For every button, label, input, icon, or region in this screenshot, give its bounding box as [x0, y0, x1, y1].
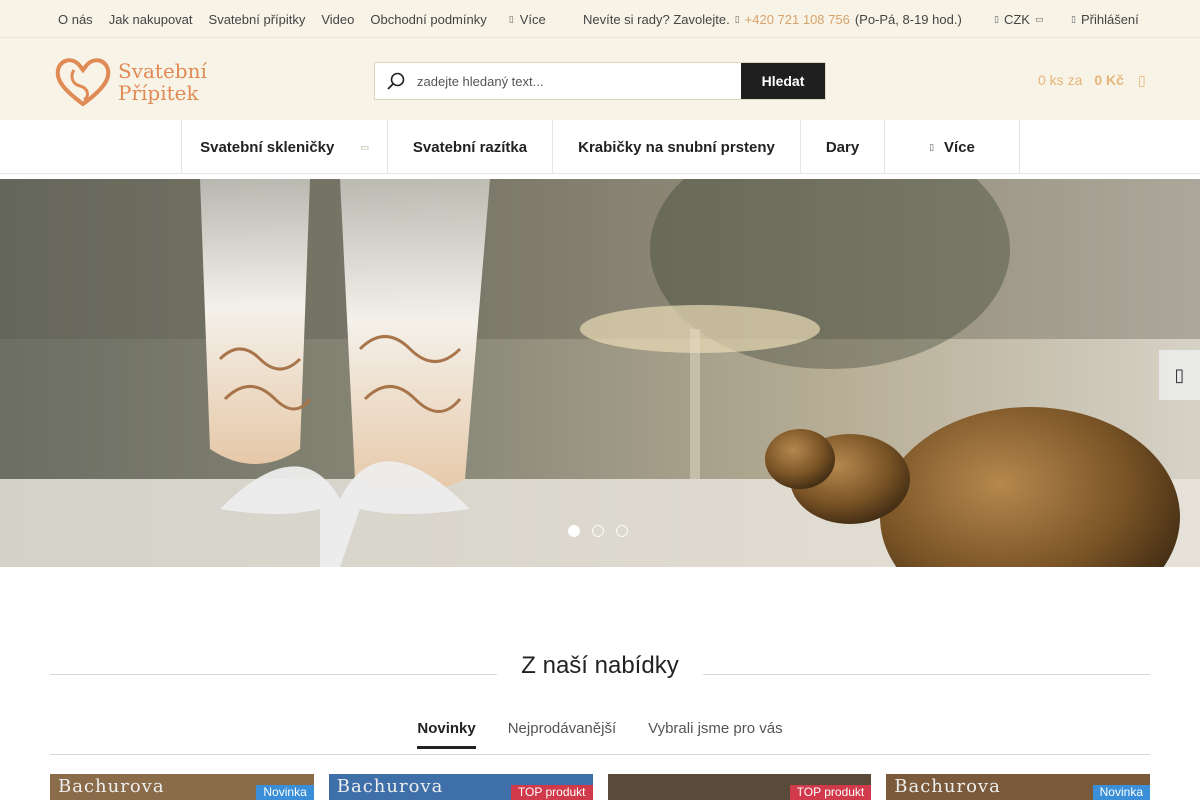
hero-slider: ▯ — [0, 179, 1200, 567]
site-logo[interactable]: Svatební Přípitek — [54, 56, 224, 108]
menu-item-more[interactable]: ▯ Více — [885, 120, 1020, 174]
menu-icon: ▯ — [508, 13, 514, 24]
top-bar: O nás Jak nakupovat Svatební přípitky Vi… — [0, 0, 1200, 38]
login-link[interactable]: ▯ Přihlášení — [1071, 0, 1139, 38]
product-card[interactable]: Bachurova TOP produkt — [328, 774, 593, 800]
menu-item-label: Krabičky na snubní prsteny — [578, 138, 775, 156]
badge-top: TOP produkt — [789, 785, 872, 800]
top-navigation: O nás Jak nakupovat Svatební přípitky Vi… — [50, 0, 554, 38]
top-more-label: Více — [519, 11, 546, 27]
product-list: Bachurova Novinka Bachurova TOP produkt … — [50, 774, 1150, 800]
menu-item-stamps[interactable]: Svatební razítka — [388, 120, 553, 174]
tab-bestsellers[interactable]: Nejprodávanější — [508, 720, 616, 749]
product-card[interactable]: Bachurova Novinka — [886, 774, 1150, 800]
menu-item-ring-boxes[interactable]: Krabičky na snubní prsteny — [553, 120, 801, 174]
product-card[interactable]: Bachurova Novinka — [50, 774, 314, 800]
help-phone-link[interactable]: +420 721 108 756 — [745, 12, 850, 27]
phone-icon: ▯ — [734, 13, 740, 24]
product-card[interactable]: TOP produkt — [607, 774, 872, 800]
help-text: Nevíte si rady? Zavolejte. — [583, 11, 730, 27]
cart-summary[interactable]: 0 ks za 0 Kč ▯ — [1038, 68, 1146, 92]
menu-item-label: Více — [944, 138, 975, 156]
top-link-about[interactable]: O nás — [50, 12, 101, 27]
menu-icon: ▯ — [929, 141, 935, 152]
currency-selector[interactable]: ▯ CZK ▭ — [994, 0, 1043, 38]
site-header: Svatební Přípitek Hledat 0 ks za 0 Kč ▯ — [0, 38, 1200, 120]
main-menu: Svatební skleničky ▭ Svatební razítka Kr… — [0, 120, 1200, 174]
badge-new: Novinka — [1092, 785, 1150, 800]
product-image-text: Bachurova — [336, 776, 444, 797]
top-link-terms[interactable]: Obchodní podmínky — [362, 12, 494, 27]
search-input[interactable] — [417, 64, 741, 98]
offer-tabs: Novinky Nejprodávanější Vybrali jsme pro… — [50, 720, 1150, 755]
menu-item-gifts[interactable]: Dary — [801, 120, 885, 174]
divider — [703, 674, 1150, 675]
slider-next-button[interactable]: ▯ — [1159, 350, 1200, 400]
slider-dot-1[interactable] — [568, 525, 580, 537]
product-image-text: Bachurova — [58, 776, 165, 797]
search-bar: Hledat — [374, 62, 826, 100]
heart-logo-icon — [55, 58, 111, 107]
cart-icon: ▯ — [1137, 71, 1146, 88]
logo-line-1: Svatební — [118, 59, 207, 83]
chevron-down-icon: ▭ — [360, 141, 369, 152]
user-icon: ▯ — [1071, 13, 1076, 24]
product-image-text: Bachurova — [894, 776, 1001, 797]
menu-item-label: Svatební razítka — [412, 138, 528, 156]
menu-item-glasses[interactable]: Svatební skleničky ▭ — [182, 120, 388, 174]
top-link-video[interactable]: Video — [313, 12, 362, 27]
slider-dot-2[interactable] — [592, 525, 604, 537]
slider-dots — [568, 525, 628, 537]
section-title: Z naší nabídky — [521, 652, 679, 679]
cart-price: 0 Kč — [1094, 72, 1124, 88]
search-button[interactable]: Hledat — [741, 63, 825, 99]
help-contact: Nevíte si rady? Zavolejte. ▯ +420 721 10… — [583, 0, 962, 38]
hero-image — [0, 179, 1200, 567]
help-hours: (Po-Pá, 8-19 hod.) — [854, 11, 962, 27]
search-icon — [375, 63, 417, 99]
badge-new: Novinka — [256, 785, 314, 800]
chevron-right-icon: ▯ — [1174, 364, 1185, 385]
menu-item-label: Dary — [825, 138, 860, 156]
slider-dot-3[interactable] — [616, 525, 628, 537]
top-link-how-to-buy[interactable]: Jak nakupovat — [101, 12, 201, 27]
cart-count: 0 ks za — [1038, 72, 1083, 88]
offer-section-heading: Z naší nabídky — [50, 650, 1150, 684]
currency-icon: ▯ — [994, 13, 999, 24]
logo-line-2: Přípitek — [118, 81, 199, 105]
badge-top: TOP produkt — [510, 785, 593, 800]
chevron-down-icon: ▭ — [1034, 13, 1044, 24]
top-link-toasts[interactable]: Svatební přípitky — [201, 12, 314, 27]
logo-wordmark: Svatební Přípitek — [118, 60, 207, 104]
menu-item-label: Svatební skleničky — [200, 138, 335, 156]
tab-recommended[interactable]: Vybrali jsme pro vás — [648, 720, 783, 749]
tab-news[interactable]: Novinky — [417, 720, 476, 749]
top-more-menu[interactable]: ▯ Více — [495, 12, 554, 27]
currency-label: CZK — [1003, 11, 1030, 27]
login-label: Přihlášení — [1080, 11, 1139, 27]
